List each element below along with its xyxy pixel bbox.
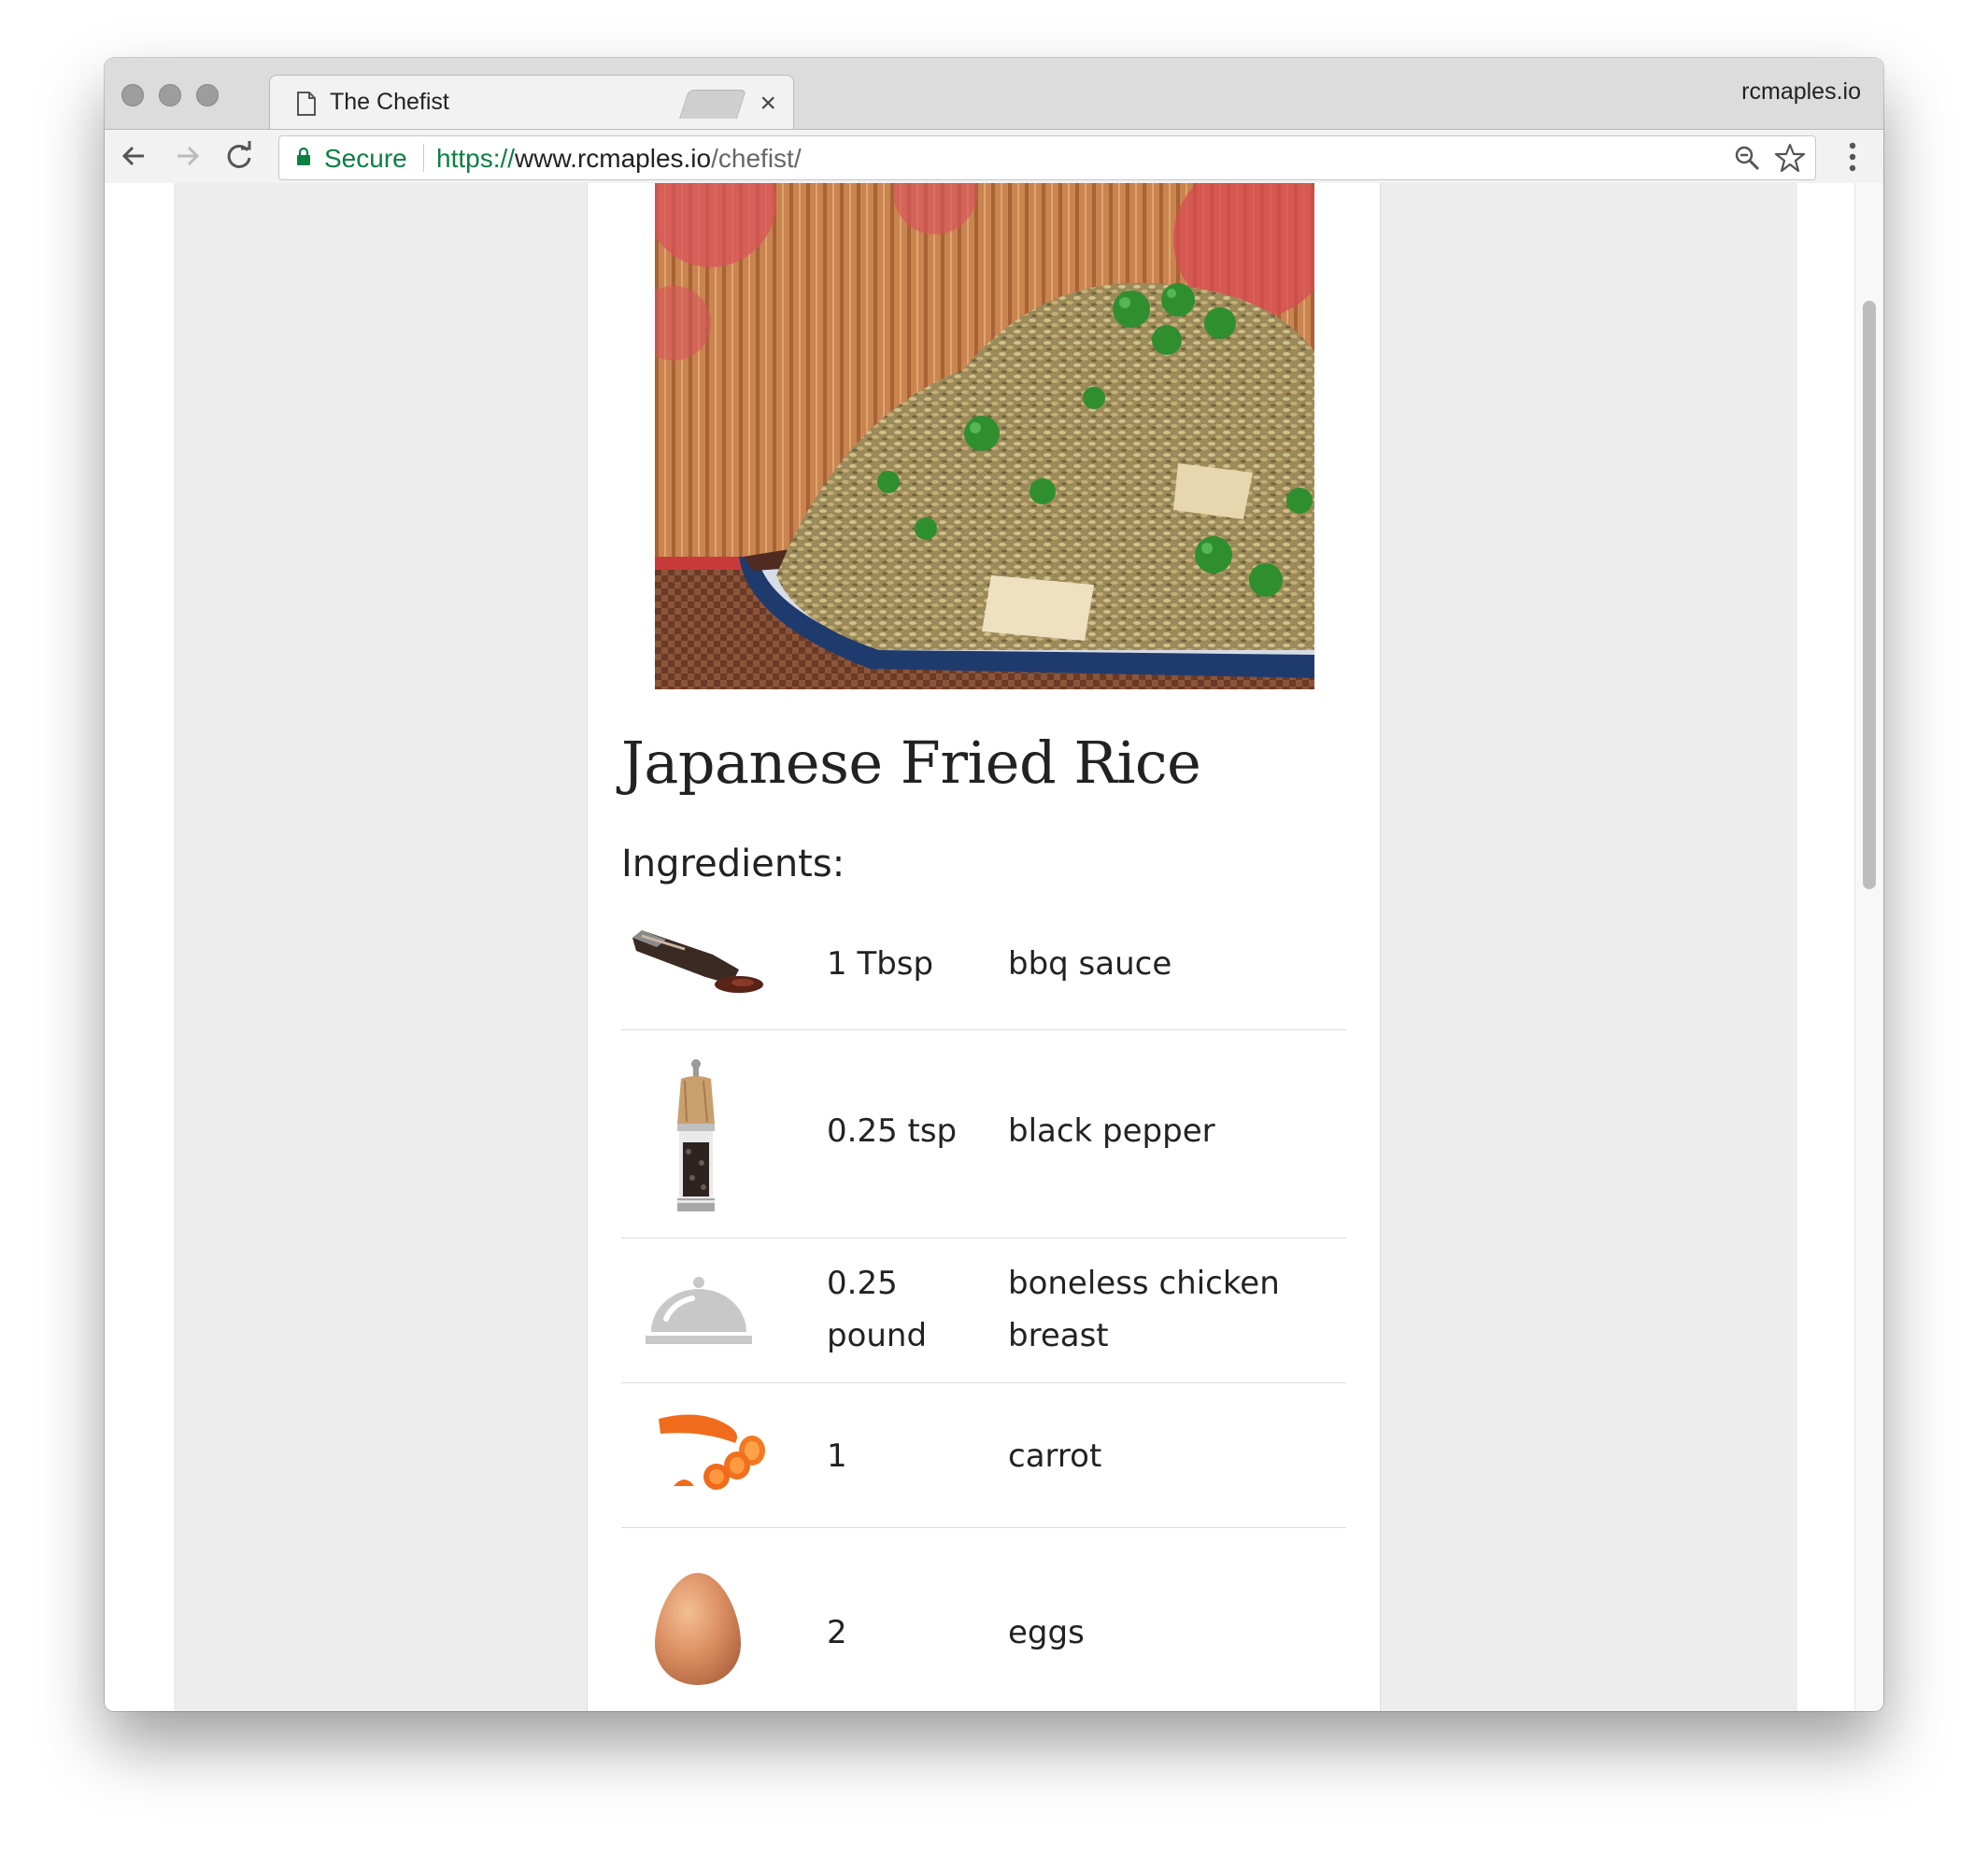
ingredient-quantity: 1 Tbsp — [827, 945, 934, 983]
ingredients-heading: Ingredients: — [621, 843, 845, 885]
ingredient-name: eggs — [1008, 1614, 1085, 1651]
bookmark-star-icon[interactable] — [1774, 142, 1806, 174]
ingredient-row: 1 Tbsp bbq sauce — [621, 913, 1346, 1030]
ingredient-row: 2 eggs — [621, 1528, 1346, 1711]
ingredient-name: boneless chicken breast — [1008, 1265, 1280, 1354]
ingredient-list: 1 Tbsp bbq sauce 0.25 tsp black pepper 0… — [621, 913, 1346, 1711]
browser-toolbar: Secure https://www.rcmaples.io/chefist/ — [105, 129, 1883, 185]
ingredient-name: bbq sauce — [1008, 945, 1172, 983]
more-menu-icon[interactable] — [1848, 141, 1857, 173]
back-arrow-icon[interactable] — [118, 139, 151, 173]
new-tab-button[interactable] — [678, 90, 747, 119]
tab-title: The Chefist — [330, 89, 449, 115]
title-bar: The Chefist × rcmaples.io — [105, 58, 1883, 132]
address-separator — [423, 144, 424, 172]
scrollbar-thumb[interactable] — [1863, 301, 1876, 889]
egg-icon — [655, 1573, 741, 1685]
browser-window: The Chefist × rcmaples.io Secure https:/… — [105, 58, 1883, 1711]
address-bar[interactable]: Secure https://www.rcmaples.io/chefist/ — [278, 135, 1816, 180]
ingredient-row: 0.25 tsp black pepper — [621, 1030, 1346, 1239]
document-icon — [297, 92, 316, 116]
ingredient-quantity: 0.25 pound — [827, 1265, 928, 1354]
forward-arrow-icon[interactable] — [170, 139, 204, 173]
reload-icon[interactable] — [222, 139, 256, 173]
ingredient-name: black pepper — [1008, 1112, 1215, 1150]
zoom-icon[interactable] — [1733, 144, 1761, 172]
recipe-title: Japanese Fried Rice — [621, 729, 1201, 797]
profile-name[interactable]: rcmaples.io — [1741, 78, 1861, 106]
ingredient-row: 1 carrot — [621, 1383, 1346, 1528]
ingredient-name: carrot — [1008, 1437, 1102, 1475]
secure-label: Secure — [324, 144, 407, 173]
lock-icon — [297, 148, 310, 165]
recipe-card: Japanese Fried Rice Ingredients: 1 Tbsp … — [587, 183, 1381, 1711]
tab-close-icon[interactable]: × — [760, 85, 776, 122]
page-viewport: Japanese Fried Rice Ingredients: 1 Tbsp … — [105, 183, 1883, 1711]
recipe-photo — [655, 183, 1314, 689]
carrot-icon — [659, 1414, 765, 1490]
url-text[interactable]: https://www.rcmaples.io/chefist/ — [436, 144, 802, 174]
ingredient-row: 0.25 pound boneless chicken breast — [621, 1239, 1346, 1383]
url-path: /chefist/ — [711, 144, 802, 173]
bbq-sauce-icon — [632, 930, 763, 993]
close-window-button[interactable] — [121, 84, 144, 106]
cloche-icon — [646, 1277, 752, 1344]
maximize-window-button[interactable] — [196, 84, 219, 106]
ingredient-quantity: 0.25 tsp — [827, 1112, 958, 1150]
minimize-window-button[interactable] — [159, 84, 181, 106]
url-host: www.rcmaples.io — [515, 144, 712, 173]
url-scheme: https:// — [436, 144, 516, 173]
pepper-grinder-icon — [677, 1059, 715, 1211]
ingredient-quantity: 2 — [827, 1614, 847, 1651]
ingredient-quantity: 1 — [827, 1437, 847, 1475]
scrollbar-track[interactable] — [1854, 183, 1883, 1711]
